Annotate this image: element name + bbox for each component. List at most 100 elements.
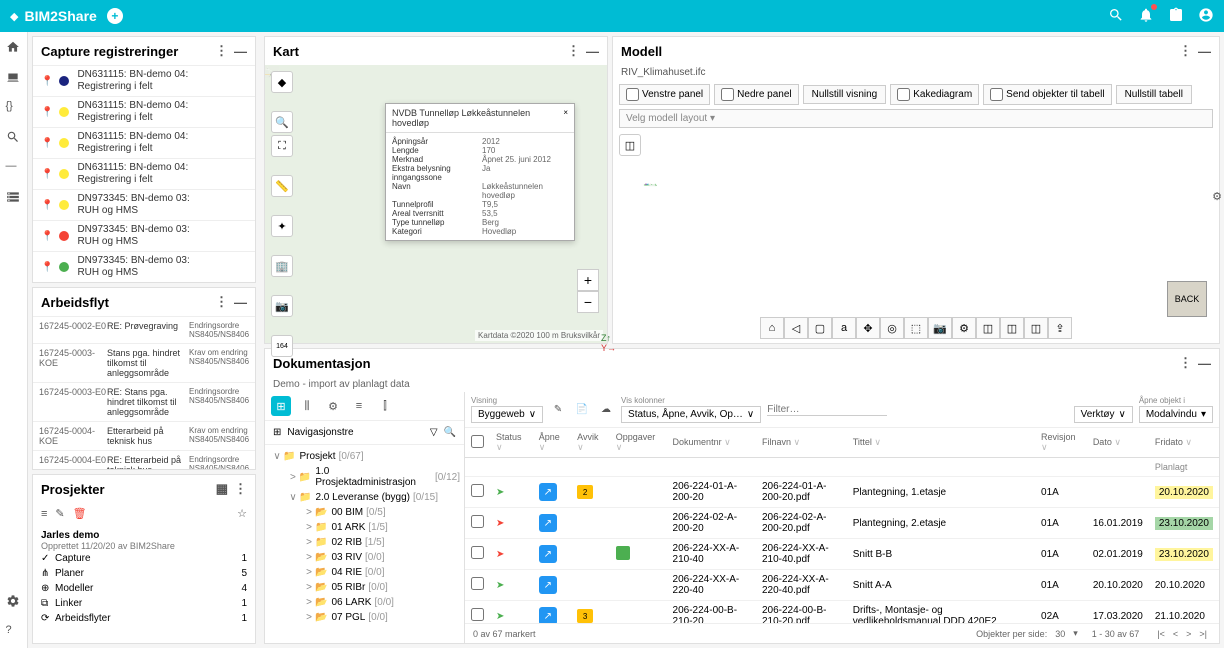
row-checkbox[interactable] (471, 577, 484, 590)
tree-node[interactable]: >📂00 BIM[0/5] (265, 505, 464, 520)
table-header[interactable]: Oppgaver ∨ (610, 428, 667, 458)
tree-node[interactable]: >📁01 ARK[1/5] (265, 520, 464, 535)
cursor-icon[interactable]: a (832, 317, 856, 339)
capture-row[interactable]: 📍DN631115: BN-demo 04:Registrering i fel… (33, 65, 255, 96)
storage-icon[interactable] (6, 190, 22, 206)
section3-icon[interactable]: ◫ (1024, 317, 1048, 339)
row-checkbox[interactable] (471, 515, 484, 528)
tools-select[interactable]: Verktøy ∨ (1074, 406, 1133, 423)
settings-floater-icon[interactable]: ⚙ (1212, 190, 1222, 203)
capture-row[interactable]: 📍DN631115: BN-demo 04:Registrering i fel… (33, 158, 255, 189)
table-row[interactable]: ➤ ↗ 206-224-XX-A-220-40 206-224-XX-A-220… (465, 570, 1219, 601)
more-icon[interactable]: ⋮ (1179, 43, 1192, 59)
gear-icon[interactable]: ⚙ (952, 317, 976, 339)
open-button[interactable]: ↗ (539, 576, 557, 594)
workflow-row[interactable]: 167245-0004-KOEEtterarbeid på teknisk hu… (33, 421, 255, 450)
building-icon[interactable]: 🏢 (271, 255, 293, 277)
tree-node[interactable]: ∨📁Prosjekt[0/67] (265, 449, 464, 464)
view-select[interactable]: Byggeweb ∨ (471, 406, 543, 423)
table-header[interactable]: Dato ∨ (1087, 428, 1149, 458)
clipboard-icon[interactable] (1168, 7, 1184, 26)
account-icon[interactable] (1198, 7, 1214, 26)
tree-node[interactable]: >📂04 RIE[0/0] (265, 565, 464, 580)
reset-table-button[interactable]: Nullstill tabell (1116, 85, 1192, 104)
chart-icon[interactable]: ⫼ (297, 396, 317, 416)
tree-node[interactable]: >📁02 RIB[1/5] (265, 535, 464, 550)
more-icon[interactable]: ⋮ (1179, 355, 1192, 371)
notifications-icon[interactable] (1138, 7, 1154, 26)
map-canvas[interactable]: 20 EVJE andvika ◆ 🔍 ⛶ 📏 ✦ 🏢 📷 (265, 65, 607, 343)
row-checkbox[interactable] (471, 546, 484, 559)
gear-icon[interactable]: ⚙ (323, 396, 343, 416)
tree-node[interactable]: ∨📁2.0 Leveranse (bygg)[0/15] (265, 490, 464, 505)
tree-node[interactable]: >📂06 LARK[0/0] (265, 595, 464, 610)
collapse-icon[interactable]: — (1198, 356, 1211, 371)
select-all-checkbox[interactable] (471, 435, 484, 448)
capture-row[interactable]: 📍DN973345: BN-demo 03:RUH og HMS (33, 251, 255, 282)
row-checkbox[interactable] (471, 608, 484, 621)
more-icon[interactable]: ⋮ (567, 43, 580, 59)
help-icon[interactable]: ? (6, 624, 22, 640)
tree-node[interactable]: >📂03 RIV[0/0] (265, 550, 464, 565)
list-icon[interactable]: ≡ (349, 396, 369, 416)
collapse-icon[interactable]: — (234, 295, 247, 310)
workflow-row[interactable]: 167245-0004-E0RE: Etterarbeid på teknisk… (33, 450, 255, 469)
more-icon[interactable]: ⋮ (234, 481, 247, 497)
capture-row[interactable]: 📍DN631115: BN-demo 04:Registrering i fel… (33, 96, 255, 127)
table-header[interactable]: Filnavn ∨ (756, 428, 847, 458)
workflow-row[interactable]: 167245-0003-E0RE: Stans pga. hindret til… (33, 382, 255, 421)
edit-icon[interactable]: ✎ (55, 507, 64, 520)
laptop-icon[interactable] (6, 70, 22, 86)
more-icon[interactable]: ⋮ (215, 294, 228, 310)
collapse-icon[interactable]: — (586, 44, 599, 59)
left-panel-checkbox[interactable]: Venstre panel (619, 84, 710, 105)
layers-icon[interactable]: ◆ (271, 71, 293, 93)
fullscreen-icon[interactable]: ⛶ (271, 135, 293, 157)
table-header[interactable]: Revisjon ∨ (1035, 428, 1087, 458)
file-icon[interactable]: 📄 (573, 401, 591, 419)
map-search-icon[interactable]: 🔍 (271, 111, 293, 133)
open-in-select[interactable]: Modalvindu ▾ (1139, 406, 1213, 423)
columns-select[interactable]: Status, Åpne, Avvik, Op… ∨ (621, 406, 761, 423)
home-icon[interactable] (6, 40, 22, 56)
tree-node[interactable]: >📁1.0 Prosjektadministrasjon[0/12] (265, 464, 464, 490)
view-cube[interactable]: BACK (1167, 281, 1207, 317)
cloud-icon[interactable]: ☁ (597, 401, 615, 419)
label-icon[interactable]: 164 (271, 335, 293, 357)
filter-icon[interactable]: ▽ (430, 427, 438, 438)
table-row[interactable]: ➤ ↗ 206-224-XX-A-210-40 206-224-XX-A-210… (465, 539, 1219, 570)
export-icon[interactable]: ⇪ (1048, 317, 1072, 339)
table-header[interactable]: Dokumentnr ∨ (667, 428, 756, 458)
zoom-out-button[interactable]: − (577, 291, 599, 313)
open-button[interactable]: ↗ (539, 545, 557, 563)
more-icon[interactable]: ⋮ (215, 43, 228, 59)
table-header[interactable] (465, 428, 490, 458)
pie-checkbox[interactable]: Kakediagram (890, 84, 979, 105)
table-header[interactable]: Fridato ∨ (1149, 428, 1219, 458)
reset-view-button[interactable]: Nullstill visning (803, 85, 887, 104)
cube-small-icon[interactable]: ◫ (619, 134, 641, 156)
list-icon[interactable]: ≡ (41, 508, 47, 520)
send-objects-checkbox[interactable]: Send objekter til tabell (983, 84, 1111, 105)
layout-select[interactable]: Velg modell layout ▾ (619, 109, 1213, 128)
table-header[interactable]: Avvik ∨ (571, 428, 610, 458)
settings-rail-icon[interactable] (6, 594, 22, 610)
section-icon[interactable]: ◫ (976, 317, 1000, 339)
camera-icon[interactable]: 📷 (271, 295, 293, 317)
delete-icon[interactable]: 🗑 (73, 507, 87, 520)
tree-view-icon[interactable]: ⊞ (271, 396, 291, 416)
search-icon[interactable]: 🔍 (444, 427, 456, 438)
cube-icon[interactable]: ⬚ (904, 317, 928, 339)
table-header[interactable]: Åpne ∨ (533, 428, 571, 458)
table-row[interactable]: ➤ ↗ 206-224-02-A-200-20 206-224-02-A-200… (465, 508, 1219, 539)
pan-icon[interactable]: ✥ (856, 317, 880, 339)
next-page-icon[interactable]: > (1186, 629, 1191, 639)
table-header[interactable]: Status ∨ (490, 428, 533, 458)
workflow-row[interactable]: 167245-0002-E0RE: PrøvegravingEndringsor… (33, 316, 255, 343)
view-grid-icon[interactable]: ▦ (216, 481, 228, 497)
row-checkbox[interactable] (471, 484, 484, 497)
open-button[interactable]: ↗ (539, 514, 557, 532)
capture-row[interactable]: 📍DN973345: BN-demo 03:RUH og HMS (33, 189, 255, 220)
model-viewport[interactable]: Z↑ Y→ BACK ⌂ ◁ ▢ a ✥ ◎ ⬚ 📷 ⚙ ◫ (613, 158, 1219, 343)
last-page-icon[interactable]: >| (1199, 629, 1207, 639)
